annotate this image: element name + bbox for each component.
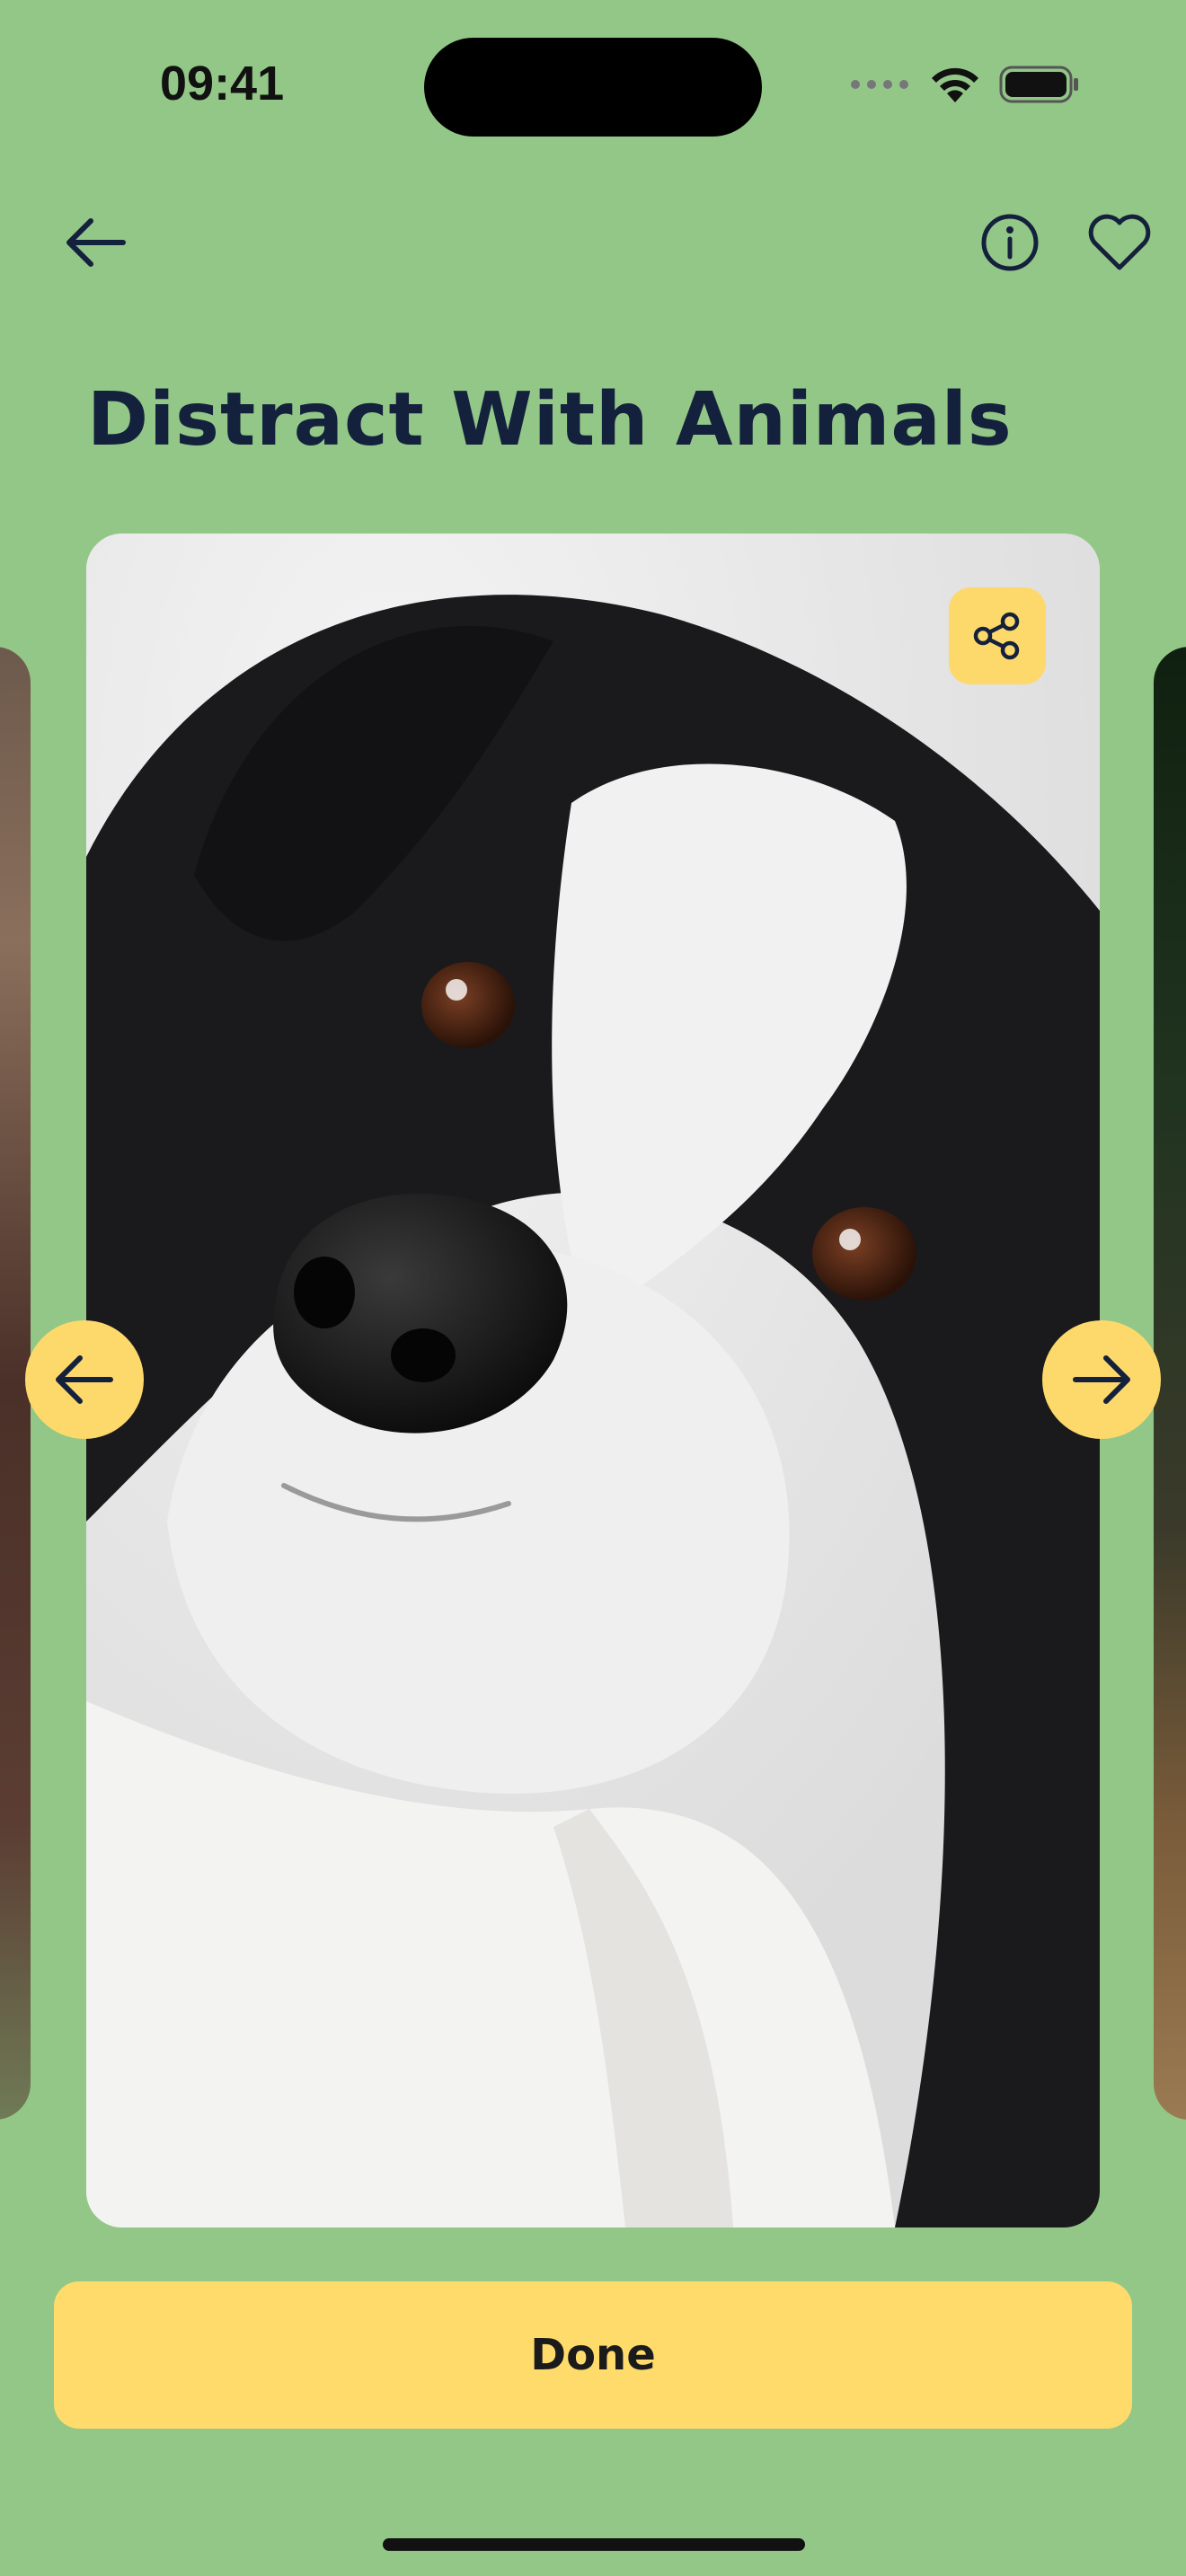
next-image-button[interactable] xyxy=(1042,1320,1161,1439)
battery-icon xyxy=(999,66,1078,103)
signal-dots-icon xyxy=(851,80,908,89)
share-icon xyxy=(973,612,1020,660)
page-title: Distract With Animals xyxy=(87,377,1013,463)
info-circle-icon xyxy=(981,214,1039,271)
back-button[interactable] xyxy=(59,207,131,278)
favorite-button[interactable] xyxy=(1082,207,1157,278)
done-button[interactable]: Done xyxy=(54,2281,1132,2429)
heart-icon xyxy=(1088,214,1151,270)
info-button[interactable] xyxy=(978,207,1042,278)
status-icons xyxy=(850,65,1080,104)
previous-image-button[interactable] xyxy=(25,1320,144,1439)
wifi-icon xyxy=(932,67,978,102)
screen: 09:41 Distract With Animals Done xyxy=(0,0,1186,2576)
arrow-left-icon xyxy=(56,1355,113,1404)
share-button[interactable] xyxy=(949,587,1046,684)
status-time: 09:41 xyxy=(160,57,285,110)
home-indicator[interactable] xyxy=(383,2538,805,2551)
arrow-right-icon xyxy=(1073,1355,1130,1404)
dynamic-island xyxy=(424,38,762,137)
animal-photo-card xyxy=(86,534,1100,2228)
arrow-left-icon xyxy=(66,218,126,267)
border-collie-photo xyxy=(86,534,1100,2228)
